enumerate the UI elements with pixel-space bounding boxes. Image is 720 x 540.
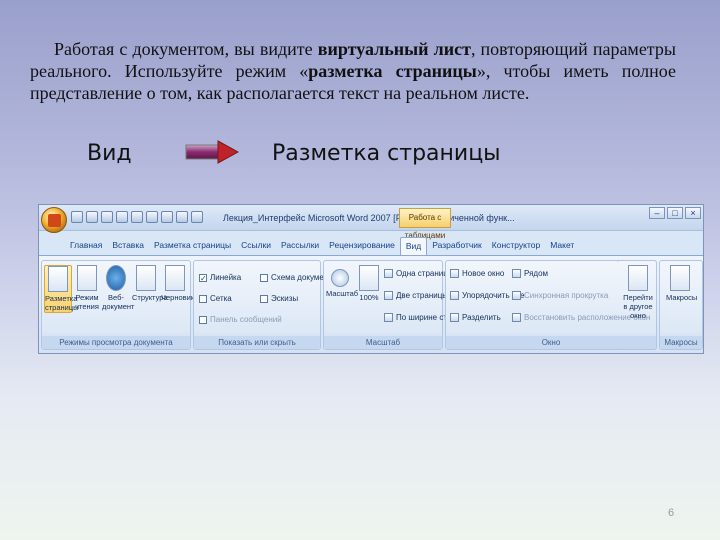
right-arrow-icon (185, 140, 239, 164)
zoom-100-button[interactable]: 100% (355, 265, 383, 302)
checkbox-thumbnails[interactable] (260, 294, 268, 303)
magnifier-icon (331, 269, 349, 287)
zoom-100-icon (359, 265, 379, 291)
checkbox-document-map[interactable] (260, 273, 268, 282)
customize-qat-icon[interactable] (191, 211, 203, 223)
two-pages-icon (384, 291, 393, 300)
switch-window-area: Перейти в другое окно (617, 260, 657, 350)
table-icon[interactable] (176, 211, 188, 223)
reading-icon (77, 265, 97, 291)
ruler-checkbox[interactable]: ✓ Линейка (199, 273, 241, 282)
open-icon[interactable] (116, 211, 128, 223)
print-icon[interactable] (131, 211, 143, 223)
one-page-button[interactable]: Одна страница (384, 269, 452, 278)
paragraph-bold-1: виртуальный лист (317, 39, 471, 59)
switch-windows-button[interactable]: Перейти в другое окно (621, 265, 655, 320)
group-zoom: Масштаб 100% Одна страница Две страницы … (323, 260, 475, 350)
target-label: Разметка страницы (272, 141, 501, 166)
quick-access-toolbar (71, 211, 203, 223)
tab-developer[interactable]: Разработчик (427, 237, 487, 255)
print-layout-icon (48, 266, 68, 292)
side-by-side-button[interactable]: Рядом (512, 269, 548, 278)
print-layout-button[interactable]: Разметка страницы (44, 265, 79, 313)
tab-review[interactable]: Рецензирование (324, 237, 400, 255)
page-number: 6 (668, 507, 675, 519)
side-by-side-icon (512, 269, 521, 278)
synchronous-scrolling-button[interactable]: Синхронная прокрутка (512, 291, 608, 300)
draft-icon (165, 265, 185, 291)
tab-page-layout[interactable]: Разметка страницы (149, 237, 236, 255)
minimize-icon[interactable]: – (649, 207, 665, 219)
draft-button[interactable]: Черновик (161, 265, 194, 302)
new-window-icon (450, 269, 459, 278)
checkbox-gridlines[interactable] (199, 294, 207, 303)
group-show-hide: ✓ Линейка Сетка Панель сообщений Схема до… (193, 260, 336, 350)
group-label: Показать или скрыть (194, 336, 320, 349)
window-controls: – □ × (649, 207, 701, 219)
tab-home[interactable]: Главная (65, 237, 107, 255)
spelling-icon[interactable] (161, 211, 173, 223)
checkbox-ruler[interactable]: ✓ (199, 273, 207, 282)
split-button[interactable]: Разделить (450, 313, 501, 322)
tab-insert[interactable]: Вставка (107, 237, 149, 255)
page-width-icon (384, 313, 393, 322)
group-label: Масштаб (324, 336, 442, 349)
sync-scroll-icon (512, 291, 521, 300)
ribbon-body: Разметка страницы Режим чтения Веб-докум… (39, 255, 703, 353)
tab-layout[interactable]: Макет (545, 237, 579, 255)
paragraph-text-1: Работая с документом, вы видите (54, 39, 318, 59)
message-bar-checkbox[interactable]: Панель сообщений (199, 315, 282, 324)
outline-button[interactable]: Структура (132, 265, 168, 302)
gridlines-checkbox[interactable]: Сетка (199, 294, 232, 303)
slide-paragraph: Работая с документом, вы видите виртуаль… (30, 38, 676, 104)
macros-icon (670, 265, 690, 291)
arrange-all-icon (450, 291, 459, 300)
tab-references[interactable]: Ссылки (236, 237, 276, 255)
switch-windows-icon (628, 265, 648, 291)
globe-icon (106, 265, 126, 291)
split-icon (450, 313, 459, 322)
close-icon[interactable]: × (685, 207, 701, 219)
title-bar: Лекция_Интерфейс Microsoft Word 2007 [Ре… (39, 205, 703, 240)
office-logo-icon (48, 214, 61, 227)
office-button[interactable] (41, 207, 67, 233)
undo-icon[interactable] (86, 211, 98, 223)
two-pages-button[interactable]: Две страницы (384, 291, 448, 300)
redo-icon[interactable] (101, 211, 113, 223)
paragraph-bold-2: разметка страницы (308, 61, 477, 81)
maximize-icon[interactable]: □ (667, 207, 683, 219)
tab-view[interactable]: Вид (399, 237, 428, 255)
zoom-button[interactable]: Масштаб (326, 265, 358, 298)
one-page-icon (384, 269, 393, 278)
save-icon[interactable] (71, 211, 83, 223)
macros-button[interactable]: Макросы (666, 265, 697, 302)
window-title: Лекция_Интерфейс Microsoft Word 2007 [Ре… (223, 213, 515, 223)
new-window-button[interactable]: Новое окно (450, 269, 504, 278)
group-document-views: Разметка страницы Режим чтения Веб-докум… (41, 260, 194, 350)
tab-design[interactable]: Конструктор (487, 237, 545, 255)
ribbon-tabs: Главная Вставка Разметка страницы Ссылки… (65, 237, 579, 255)
checkbox-message-bar[interactable] (199, 315, 207, 324)
group-macros: Макросы Макросы (659, 260, 703, 350)
tab-mailings[interactable]: Рассылки (276, 237, 324, 255)
reset-position-icon (512, 313, 521, 322)
thumbnails-checkbox[interactable]: Эскизы (260, 294, 298, 303)
outline-icon (136, 265, 156, 291)
preview-icon[interactable] (146, 211, 158, 223)
group-label: Режимы просмотра документа (42, 336, 190, 349)
group-label: Макросы (660, 336, 702, 349)
menu-label: Вид (87, 141, 132, 166)
web-layout-button[interactable]: Веб-документ (102, 265, 134, 311)
full-screen-reading-button[interactable]: Режим чтения (73, 265, 101, 311)
context-tab-table-tools: Работа с таблицами (399, 208, 451, 240)
word-ribbon-screenshot: Лекция_Интерфейс Microsoft Word 2007 [Ре… (38, 204, 704, 354)
